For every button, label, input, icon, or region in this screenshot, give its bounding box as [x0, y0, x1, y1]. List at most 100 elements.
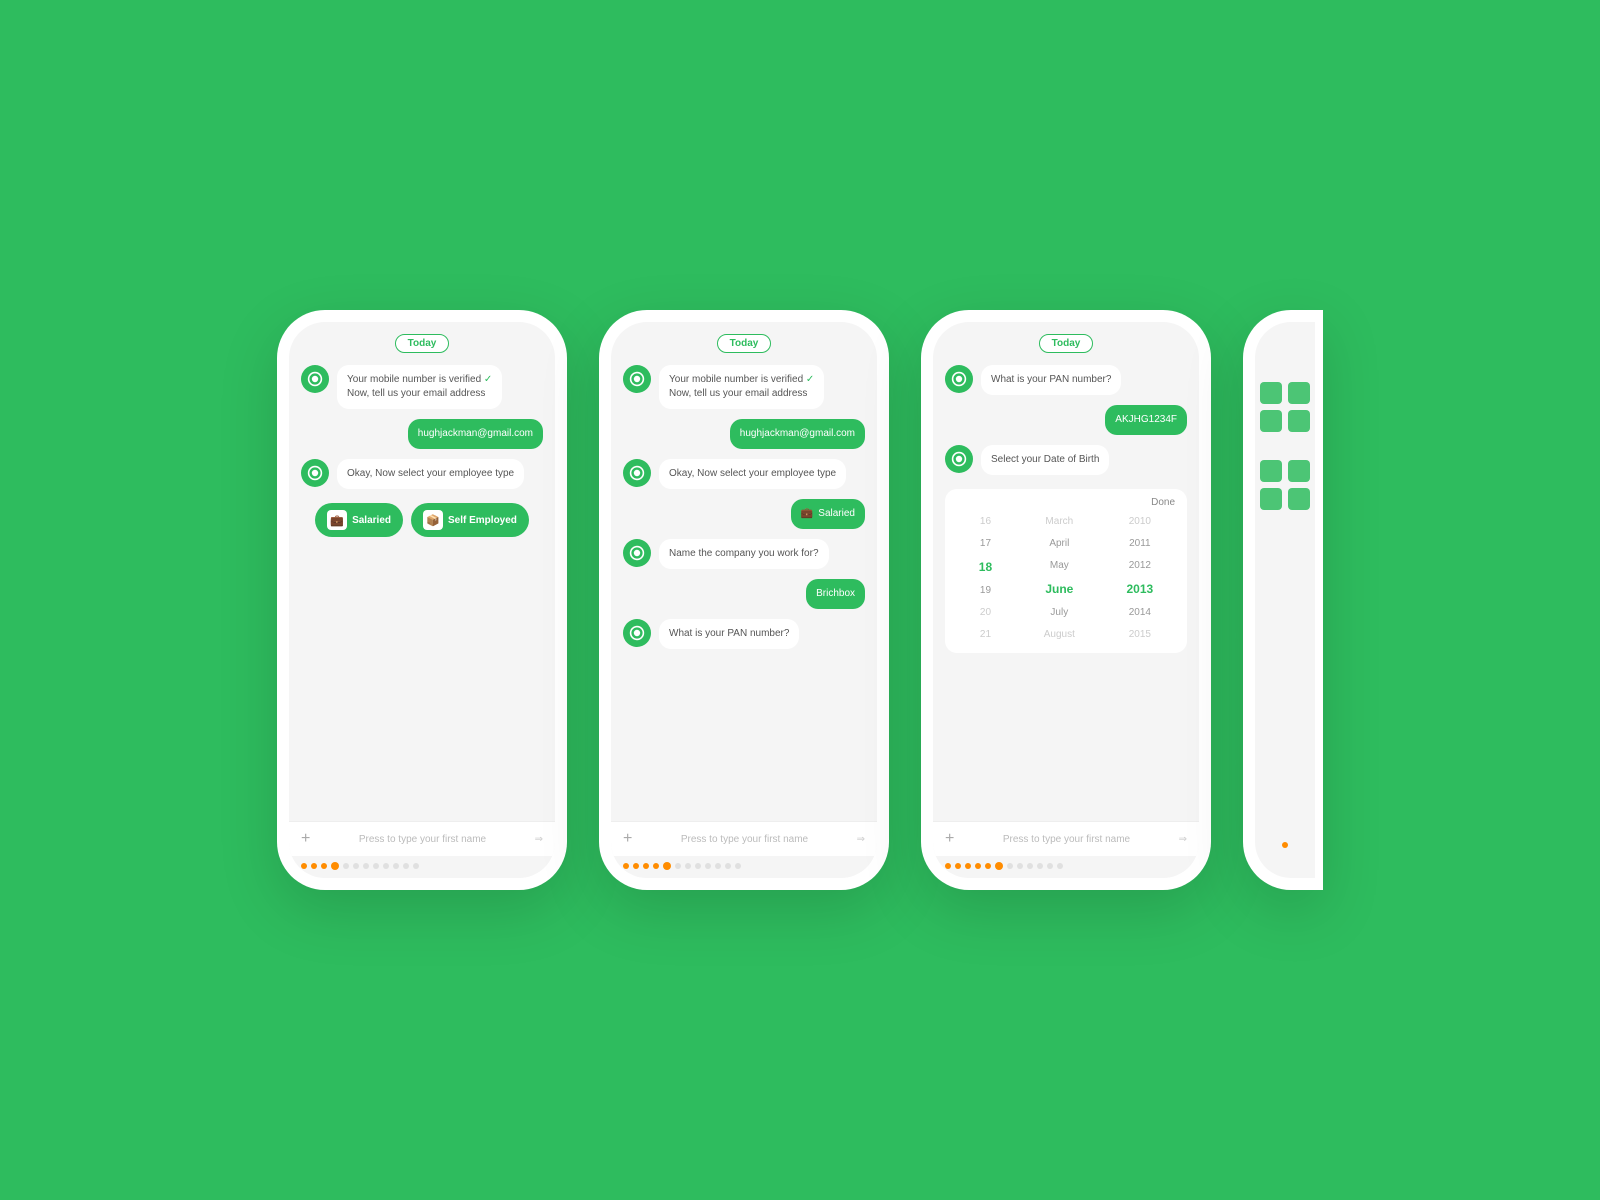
p2-msg1: Your mobile number is verified — [669, 374, 803, 385]
phone-3-footer: + Press to type your first name ⇒ — [933, 821, 1199, 856]
progress-dots-2 — [623, 862, 865, 870]
dot-2-6 — [675, 863, 681, 869]
partial-block-2 — [1288, 382, 1310, 404]
partial-progress — [1282, 842, 1288, 858]
salaried-button[interactable]: 💼 Salaried — [315, 503, 403, 537]
add-icon-3[interactable]: + — [945, 830, 954, 848]
footer-placeholder-1[interactable]: Press to type your first name — [310, 834, 534, 845]
chat-row-p2-1: Your mobile number is verified ✓ Now, te… — [623, 365, 865, 409]
chat-row-1: Your mobile number is verified ✓ Now, te… — [301, 365, 543, 409]
picker-columns: 16 17 18 19 20 21 March April May J — [945, 512, 1187, 645]
dot-1-2 — [311, 863, 317, 869]
self-employed-icon: 📦 — [423, 510, 443, 530]
partial-block-6 — [1288, 460, 1310, 482]
date-picker[interactable]: Done 16 17 18 19 20 21 — [945, 489, 1187, 653]
progress-area-2 — [611, 856, 877, 878]
chat-row-p3-2: Select your Date of Birth — [945, 445, 1187, 475]
day-17: 17 — [972, 534, 999, 554]
chat-row-2: Okay, Now select your employee type — [301, 459, 543, 489]
partial-block-7 — [1260, 488, 1282, 510]
employee-buttons: 💼 Salaried 📦 Self Employed — [301, 503, 543, 537]
bot-bubble-p2-1: Your mobile number is verified ✓ Now, te… — [659, 365, 824, 409]
done-label[interactable]: Done — [1151, 497, 1175, 508]
bot-bubble-p2-2: Okay, Now select your employee type — [659, 459, 846, 489]
bot-icon-1 — [301, 365, 329, 393]
today-badge-1: Today — [395, 334, 450, 353]
dot-1-5 — [343, 863, 349, 869]
progress-area-1 — [289, 856, 555, 878]
dot-2-active — [663, 862, 671, 870]
progress-dots-3 — [945, 862, 1187, 870]
phone-2-footer: + Press to type your first name ⇒ — [611, 821, 877, 856]
bot-bubble-1: Your mobile number is verified ✓ Now, te… — [337, 365, 502, 409]
send-icon-1[interactable]: ⇒ — [535, 834, 543, 845]
partial-block-5 — [1260, 460, 1282, 482]
day-20: 20 — [972, 603, 999, 623]
day-16: 16 — [972, 512, 999, 532]
chat-row-p2-3: Name the company you work for? — [623, 539, 865, 569]
dot-3-11 — [1047, 863, 1053, 869]
partial-block-4 — [1288, 410, 1310, 432]
phone-1-screen: Today Your mobile number is verified ✓ N… — [289, 322, 555, 878]
user-row-p2-2: 💼 Salaried — [623, 499, 865, 529]
dot-3-4 — [975, 863, 981, 869]
phone-2-content: Today Your mobile number is verified ✓ N… — [611, 322, 877, 821]
bot-icon-p2-2 — [623, 459, 651, 487]
dot-2-4 — [653, 863, 659, 869]
send-icon-2[interactable]: ⇒ — [857, 834, 865, 845]
salaried-icon: 💼 — [327, 510, 347, 530]
bot-bubble-p2-4: What is your PAN number? — [659, 619, 799, 649]
chat-row-p3-1: What is your PAN number? — [945, 365, 1187, 395]
partial-icon-grid — [1260, 382, 1310, 432]
bot-bubble-2: Okay, Now select your employee type — [337, 459, 524, 489]
dot-1-1 — [301, 863, 307, 869]
year-2010: 2010 — [1121, 512, 1159, 532]
dot-1-3 — [321, 863, 327, 869]
salaried-icon-p2: 💼 — [801, 507, 813, 521]
self-employed-label: Self Employed — [448, 515, 517, 526]
dot-1-12 — [413, 863, 419, 869]
phone-4-partial — [1243, 310, 1323, 890]
dot-3-5 — [985, 863, 991, 869]
dot-3-9 — [1027, 863, 1033, 869]
progress-area-3 — [933, 856, 1199, 878]
add-icon-1[interactable]: + — [301, 830, 310, 848]
add-icon-2[interactable]: + — [623, 830, 632, 848]
dot-3-10 — [1037, 863, 1043, 869]
bot-bubble-p2-3: Name the company you work for? — [659, 539, 829, 569]
year-column[interactable]: 2010 2011 2012 2013 2014 2015 — [1118, 512, 1161, 645]
dot-2-11 — [725, 863, 731, 869]
partial-block-8 — [1288, 488, 1310, 510]
year-2015: 2015 — [1121, 625, 1159, 645]
bot-icon-p2-3 — [623, 539, 651, 567]
user-bubble-p2-2: 💼 Salaried — [791, 499, 865, 529]
footer-placeholder-2[interactable]: Press to type your first name — [632, 834, 856, 845]
year-2011: 2011 — [1121, 534, 1159, 554]
self-employed-button[interactable]: 📦 Self Employed — [411, 503, 529, 537]
bot-icon-p3-1 — [945, 365, 973, 393]
month-june: June — [1037, 578, 1081, 601]
day-column[interactable]: 16 17 18 19 20 21 — [971, 512, 1000, 645]
user-bubble-p2-3: Brichbox — [806, 579, 865, 609]
dot-3-8 — [1017, 863, 1023, 869]
dot-3-active — [995, 862, 1003, 870]
msg-subtext-1: Now, tell us your email address — [347, 388, 485, 399]
chat-row-p2-2: Okay, Now select your employee type — [623, 459, 865, 489]
send-icon-3[interactable]: ⇒ — [1179, 834, 1187, 845]
footer-placeholder-3[interactable]: Press to type your first name — [954, 834, 1178, 845]
phone-4-partial-screen — [1255, 322, 1315, 878]
dot-1-8 — [373, 863, 379, 869]
phone-2: Today Your mobile number is verified ✓ N… — [599, 310, 889, 890]
user-bubble-1: hughjackman@gmail.com — [408, 419, 543, 449]
dot-3-12 — [1057, 863, 1063, 869]
dot-1-10 — [393, 863, 399, 869]
phone-1-content: Today Your mobile number is verified ✓ N… — [289, 322, 555, 821]
month-march: March — [1037, 512, 1081, 532]
dot-2-10 — [715, 863, 721, 869]
partial-block-3 — [1260, 410, 1282, 432]
dot-3-3 — [965, 863, 971, 869]
month-column[interactable]: March April May June July August — [1036, 512, 1083, 645]
dot-2-1 — [623, 863, 629, 869]
phone-3: Today What is your PAN number? AKJHG1234… — [921, 310, 1211, 890]
month-july: July — [1042, 603, 1076, 623]
